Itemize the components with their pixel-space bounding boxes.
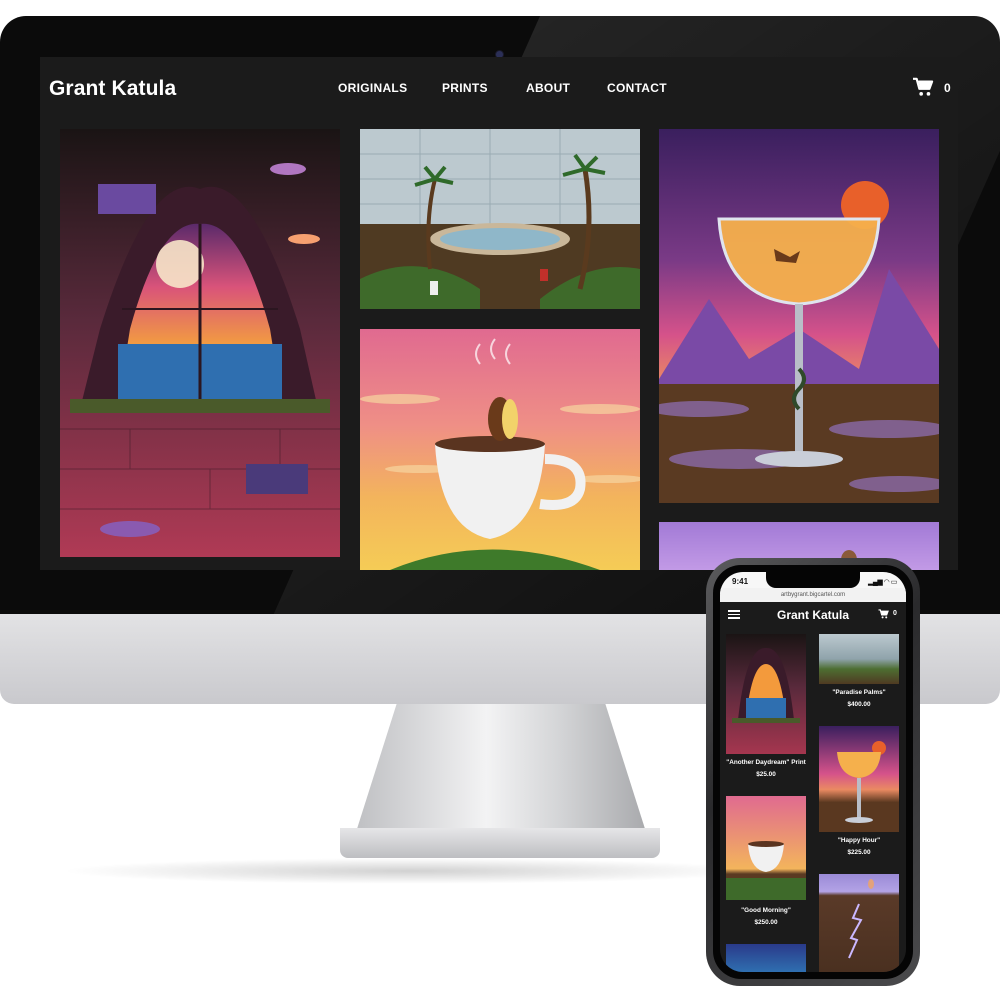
product-title[interactable]: "Happy Hour" bbox=[814, 837, 904, 844]
product-title[interactable]: "Good Morning" bbox=[721, 907, 811, 914]
product-thumb-happy-hour[interactable] bbox=[819, 726, 899, 832]
status-time: 9:41 bbox=[732, 577, 749, 586]
product-price: $25.00 bbox=[756, 771, 776, 778]
nav-contact[interactable]: CONTACT bbox=[607, 81, 667, 95]
mobile-screen: 9:41 ▂▄▆ ◠ ▭ artbygrant.bigcartel.com Gr… bbox=[720, 572, 906, 972]
cart-count[interactable]: 0 bbox=[944, 81, 951, 95]
mobile-cart-count[interactable]: 0 bbox=[893, 610, 897, 617]
notch bbox=[766, 572, 860, 588]
product-thumb-partial[interactable] bbox=[726, 944, 806, 972]
product-thumb-paradise-palms[interactable] bbox=[819, 634, 899, 684]
cart-icon[interactable] bbox=[912, 77, 934, 97]
product-thumb-good-morning[interactable] bbox=[726, 796, 806, 900]
imac-stand bbox=[356, 704, 646, 832]
nav-about[interactable]: ABOUT bbox=[526, 81, 570, 95]
product-price: $225.00 bbox=[847, 849, 871, 856]
signal-icons: ▂▄▆ ◠ ▭ bbox=[868, 579, 897, 586]
site-logo[interactable]: Grant Katula bbox=[49, 77, 176, 101]
product-thumb-lightning[interactable] bbox=[819, 874, 899, 972]
top-nav: Grant Katula ORIGINALS PRINTS ABOUT CONT… bbox=[40, 57, 958, 119]
product-price: $250.00 bbox=[754, 919, 778, 926]
product-title[interactable]: "Another Daydream" Print bbox=[721, 759, 811, 766]
product-title[interactable]: "Paradise Palms" bbox=[814, 689, 904, 696]
artwork-good-morning[interactable] bbox=[360, 329, 640, 570]
product-price: $400.00 bbox=[847, 701, 871, 708]
imac-base bbox=[340, 828, 660, 858]
nav-prints[interactable]: PRINTS bbox=[442, 81, 488, 95]
address-bar[interactable]: artbygrant.bigcartel.com bbox=[720, 588, 906, 602]
product-thumb-another-daydream[interactable] bbox=[726, 634, 806, 754]
imac-shadow bbox=[60, 858, 760, 884]
mobile-cart-icon[interactable] bbox=[878, 609, 889, 619]
nav-originals[interactable]: ORIGINALS bbox=[338, 81, 407, 95]
desktop-screen: Grant Katula ORIGINALS PRINTS ABOUT CONT… bbox=[40, 57, 958, 570]
artwork-paradise-palms[interactable] bbox=[360, 129, 640, 309]
artwork-happy-hour[interactable] bbox=[659, 129, 939, 503]
artwork-another-daydream[interactable] bbox=[60, 129, 340, 557]
